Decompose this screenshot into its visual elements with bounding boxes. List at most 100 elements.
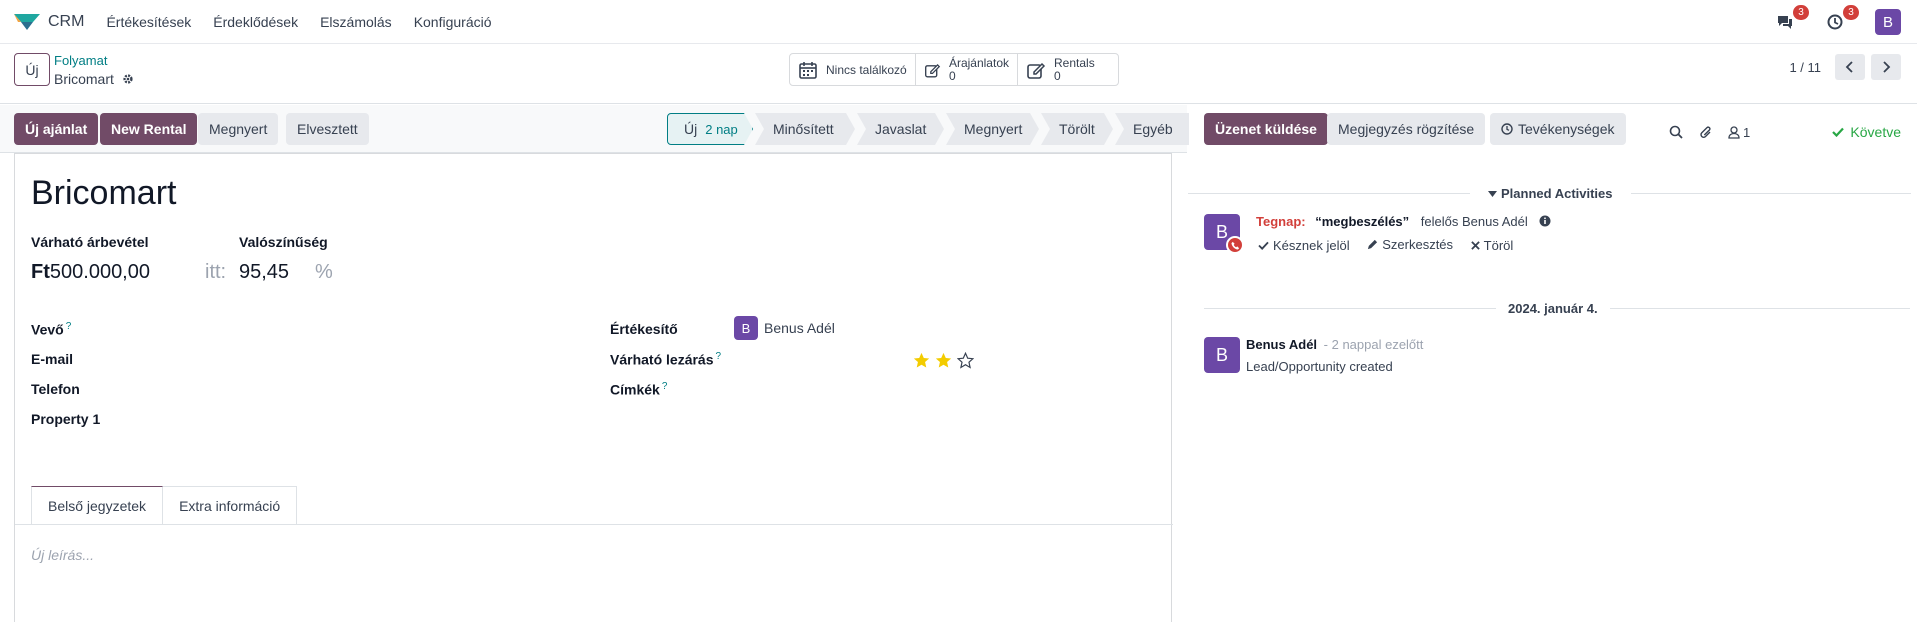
activities-button[interactable]: Tevékenységek [1490, 113, 1626, 145]
phone-icon [1226, 236, 1244, 254]
pager: 1 / 11 [1789, 54, 1901, 80]
new-quotation-button[interactable]: Új ajánlat [14, 113, 99, 145]
smart-buttons: Nincs találkozó Árajánlatok 0 Rentals 0 [789, 53, 1119, 86]
mark-done-label: Késznek jelöl [1273, 238, 1350, 253]
app-name[interactable]: CRM [48, 13, 84, 31]
probability-field[interactable]: 95,45 [239, 261, 289, 284]
salesperson-field[interactable]: Benus Adél [764, 320, 835, 336]
info-icon[interactable] [1539, 215, 1551, 227]
message-author-avatar[interactable]: B [1204, 337, 1240, 373]
chevron-left-icon [1845, 61, 1853, 73]
gear-icon[interactable] [122, 73, 134, 85]
send-message-button[interactable]: Üzenet küldése [1204, 113, 1328, 145]
menu-sales[interactable]: Értékesítések [106, 14, 191, 30]
planned-activities-title: Planned Activities [1501, 186, 1613, 201]
planned-activities-header[interactable]: Planned Activities [1188, 186, 1911, 201]
expected-revenue-value: 500.000,00 [49, 261, 150, 283]
stage-won[interactable]: Megnyert [946, 113, 1039, 145]
form-statusbar: Új ajánlat New Rental Megnyert Elvesztet… [0, 105, 1189, 153]
cancel-activity-button[interactable]: Töröl [1470, 238, 1514, 253]
user-avatar[interactable]: B [1875, 9, 1901, 35]
messages-button[interactable]: 3 [1775, 5, 1809, 32]
star-filled-icon[interactable] [935, 352, 952, 369]
chat-icon [1778, 16, 1792, 29]
mark-lost-button[interactable]: Elvesztett [286, 113, 369, 145]
paperclip-icon [1700, 126, 1711, 138]
menu-invoicing[interactable]: Elszámolás [320, 14, 392, 30]
email-label: E-mail [31, 351, 74, 367]
attachments-button[interactable] [1699, 125, 1713, 140]
edit-icon [1027, 62, 1046, 79]
tab-internal-notes[interactable]: Belső jegyzetek [31, 486, 164, 524]
following-toggle[interactable]: Követve [1832, 124, 1901, 140]
following-label: Követve [1850, 124, 1901, 140]
edit-activity-button[interactable]: Szerkesztés [1367, 237, 1453, 252]
stage-new-duration: 2 nap [705, 121, 738, 137]
stage-other[interactable]: Egyéb [1115, 113, 1189, 145]
messages-badge: 3 [1793, 5, 1809, 20]
edit-icon [925, 63, 941, 77]
separator-line [1609, 308, 1910, 309]
star-empty-icon[interactable] [957, 352, 974, 369]
chevron-right-icon [1883, 61, 1891, 73]
expected-closing-label: Várható lezárás? [610, 351, 721, 368]
search-messages-button[interactable] [1669, 125, 1683, 139]
rentals-label: Rentals [1054, 55, 1095, 70]
mark-won-button[interactable]: Megnyert [198, 113, 279, 145]
meetings-smart-button[interactable]: Nincs találkozó [790, 54, 916, 85]
salesperson-avatar: B [734, 316, 758, 340]
pager-value[interactable]: 1 / 11 [1789, 60, 1821, 75]
message-header: Benus Adél - 2 nappal ezelőtt [1246, 337, 1423, 352]
stage-proposition[interactable]: Javaslat [857, 113, 944, 145]
description-editor[interactable]: Új leírás... [31, 547, 94, 563]
new-rental-button[interactable]: New Rental [100, 113, 198, 145]
at-label: itt: [205, 261, 227, 283]
cancel-activity-label: Töröl [1483, 238, 1514, 253]
user-icon [1728, 126, 1740, 139]
activities-button-label: Tevékenységek [1518, 121, 1615, 137]
quotations-label: Árajánlatok [948, 55, 1009, 70]
tab-divider [15, 524, 1173, 525]
log-note-button[interactable]: Megjegyzés rögzítése [1327, 113, 1486, 145]
message-body: Lead/Opportunity created [1246, 359, 1393, 374]
date-separator: 2024. január 4. [1204, 301, 1910, 316]
followers-button[interactable]: 1 [1728, 125, 1750, 140]
tab-extra-info[interactable]: Extra információ [163, 486, 298, 524]
menu-configuration[interactable]: Konfiguráció [414, 14, 492, 30]
message-time: - 2 nappal ezelőtt [1323, 337, 1424, 352]
mark-done-button[interactable]: Késznek jelöl [1258, 238, 1350, 253]
help-tooltip-icon[interactable]: ? [716, 351, 722, 362]
priority-widget [913, 352, 974, 369]
new-record-button[interactable]: Új [14, 53, 50, 86]
date-separator-label: 2024. január 4. [1508, 301, 1598, 316]
breadcrumb-parent[interactable]: Folyamat [54, 53, 107, 68]
stage-qualified[interactable]: Minősített [755, 113, 855, 145]
message-author[interactable]: Benus Adél [1246, 337, 1317, 352]
activities-button[interactable]: 3 [1825, 5, 1859, 32]
quotations-count: 0 [948, 68, 956, 83]
tags-label-text: Címkék [610, 381, 660, 398]
breadcrumb-current: Bricomart [54, 71, 134, 87]
menu-leads[interactable]: Érdeklődések [213, 14, 298, 30]
star-filled-icon[interactable] [913, 352, 930, 369]
stage-new[interactable]: Új 2 nap [667, 113, 753, 145]
caret-down-icon [1488, 190, 1497, 197]
crm-logo-icon[interactable] [14, 13, 40, 30]
rentals-smart-button[interactable]: Rentals 0 [1018, 54, 1118, 85]
help-tooltip-icon[interactable]: ? [662, 381, 668, 392]
currency-symbol: Ft [31, 261, 50, 283]
help-tooltip-icon[interactable]: ? [66, 321, 72, 332]
phone-label: Telefon [31, 381, 80, 397]
activity-summary: “megbeszélés” [1315, 214, 1410, 229]
expected-revenue-field[interactable]: Ft500.000,00 [31, 261, 150, 284]
separator-line [1204, 308, 1496, 309]
followers-count: 1 [1743, 125, 1751, 140]
opportunity-name[interactable]: Bricomart [31, 174, 176, 213]
probability-label: Valószínűség [239, 234, 328, 250]
search-icon [1669, 125, 1683, 139]
percent-sign: % [315, 261, 333, 283]
quotations-smart-button[interactable]: Árajánlatok 0 [916, 54, 1018, 85]
pager-previous-button[interactable] [1835, 54, 1865, 80]
stage-cancelled[interactable]: Törölt [1041, 113, 1113, 145]
pager-next-button[interactable] [1871, 54, 1901, 80]
